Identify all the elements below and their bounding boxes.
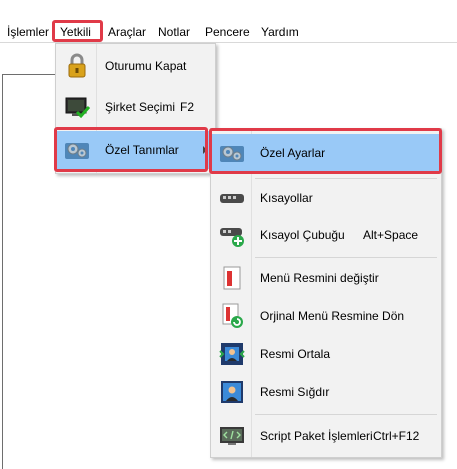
separator [255, 414, 437, 415]
resmi-sigdir-label: Resmi Sığdır [260, 385, 330, 399]
oturumu-kapat-label: Oturumu Kapat [105, 59, 187, 73]
script-paket-islemleri-label: Script Paket İşlemleri [260, 429, 373, 443]
yetkili-highlight-frame [52, 20, 103, 42]
menu-item-oturumu-kapat[interactable]: Oturumu Kapat [56, 47, 215, 85]
shortcut-bar-add-icon [219, 222, 245, 248]
sirket-secimi-shortcut: F2 [180, 100, 195, 114]
menu-image-restore-icon [219, 303, 245, 329]
kisayol-cubugu-label: Kısayol Çubuğu [260, 228, 345, 242]
center-image-icon [219, 341, 245, 367]
monitor-check-icon [64, 94, 91, 120]
menu-yardim[interactable]: Yardım [261, 24, 299, 40]
menu-islemler[interactable]: İşlemler [7, 24, 49, 40]
sirket-secimi-label: Şirket Seçimi [105, 100, 176, 114]
menu-item-orjinal-menu-resmine-don[interactable]: Orjinal Menü Resmine Dön [211, 297, 441, 335]
kisayol-cubugu-shortcut: Alt+Space [363, 228, 419, 242]
menu-item-kisayollar[interactable]: Kısayollar [211, 179, 441, 217]
orjinal-menu-resmine-don-label: Orjinal Menü Resmine Dön [260, 309, 405, 323]
ozel-tanimlar-highlight-frame [54, 127, 208, 172]
menu-item-resmi-ortala[interactable]: Resmi Ortala [211, 335, 441, 373]
script-icon [219, 423, 245, 449]
ozel-ayarlar-highlight-frame [209, 128, 442, 174]
menu-resmini-degistir-label: Menü Resmini değiştir [260, 271, 379, 285]
kisayollar-label: Kısayollar [260, 191, 313, 205]
ozel-tanimlar-submenu: Özel Ayarlar Kısayollar Kısayol Çubuğu A… [210, 128, 442, 458]
menu-item-menu-resmini-degistir[interactable]: Menü Resmini değiştir [211, 259, 441, 297]
menu-pencere[interactable]: Pencere [205, 24, 250, 40]
resmi-ortala-label: Resmi Ortala [260, 347, 331, 361]
menu-image-icon [219, 265, 245, 291]
menu-item-resmi-sigdir[interactable]: Resmi Sığdır [211, 373, 441, 411]
separator [255, 257, 437, 258]
padlock-icon [64, 53, 90, 79]
menu-item-sirket-secimi[interactable]: Şirket Seçimi F2 [56, 88, 215, 126]
keyboard-shortcut-icon [219, 185, 245, 211]
menu-notlar[interactable]: Notlar [158, 24, 190, 40]
menu-araclar[interactable]: Araçlar [108, 24, 146, 40]
script-paket-islemleri-shortcut: Ctrl+F12 [373, 429, 420, 443]
fit-image-icon [219, 379, 245, 405]
menu-item-script-paket-islemleri[interactable]: Script Paket İşlemleri Ctrl+F12 [211, 417, 441, 455]
menu-item-kisayol-cubugu[interactable]: Kısayol Çubuğu Alt+Space [211, 216, 441, 254]
